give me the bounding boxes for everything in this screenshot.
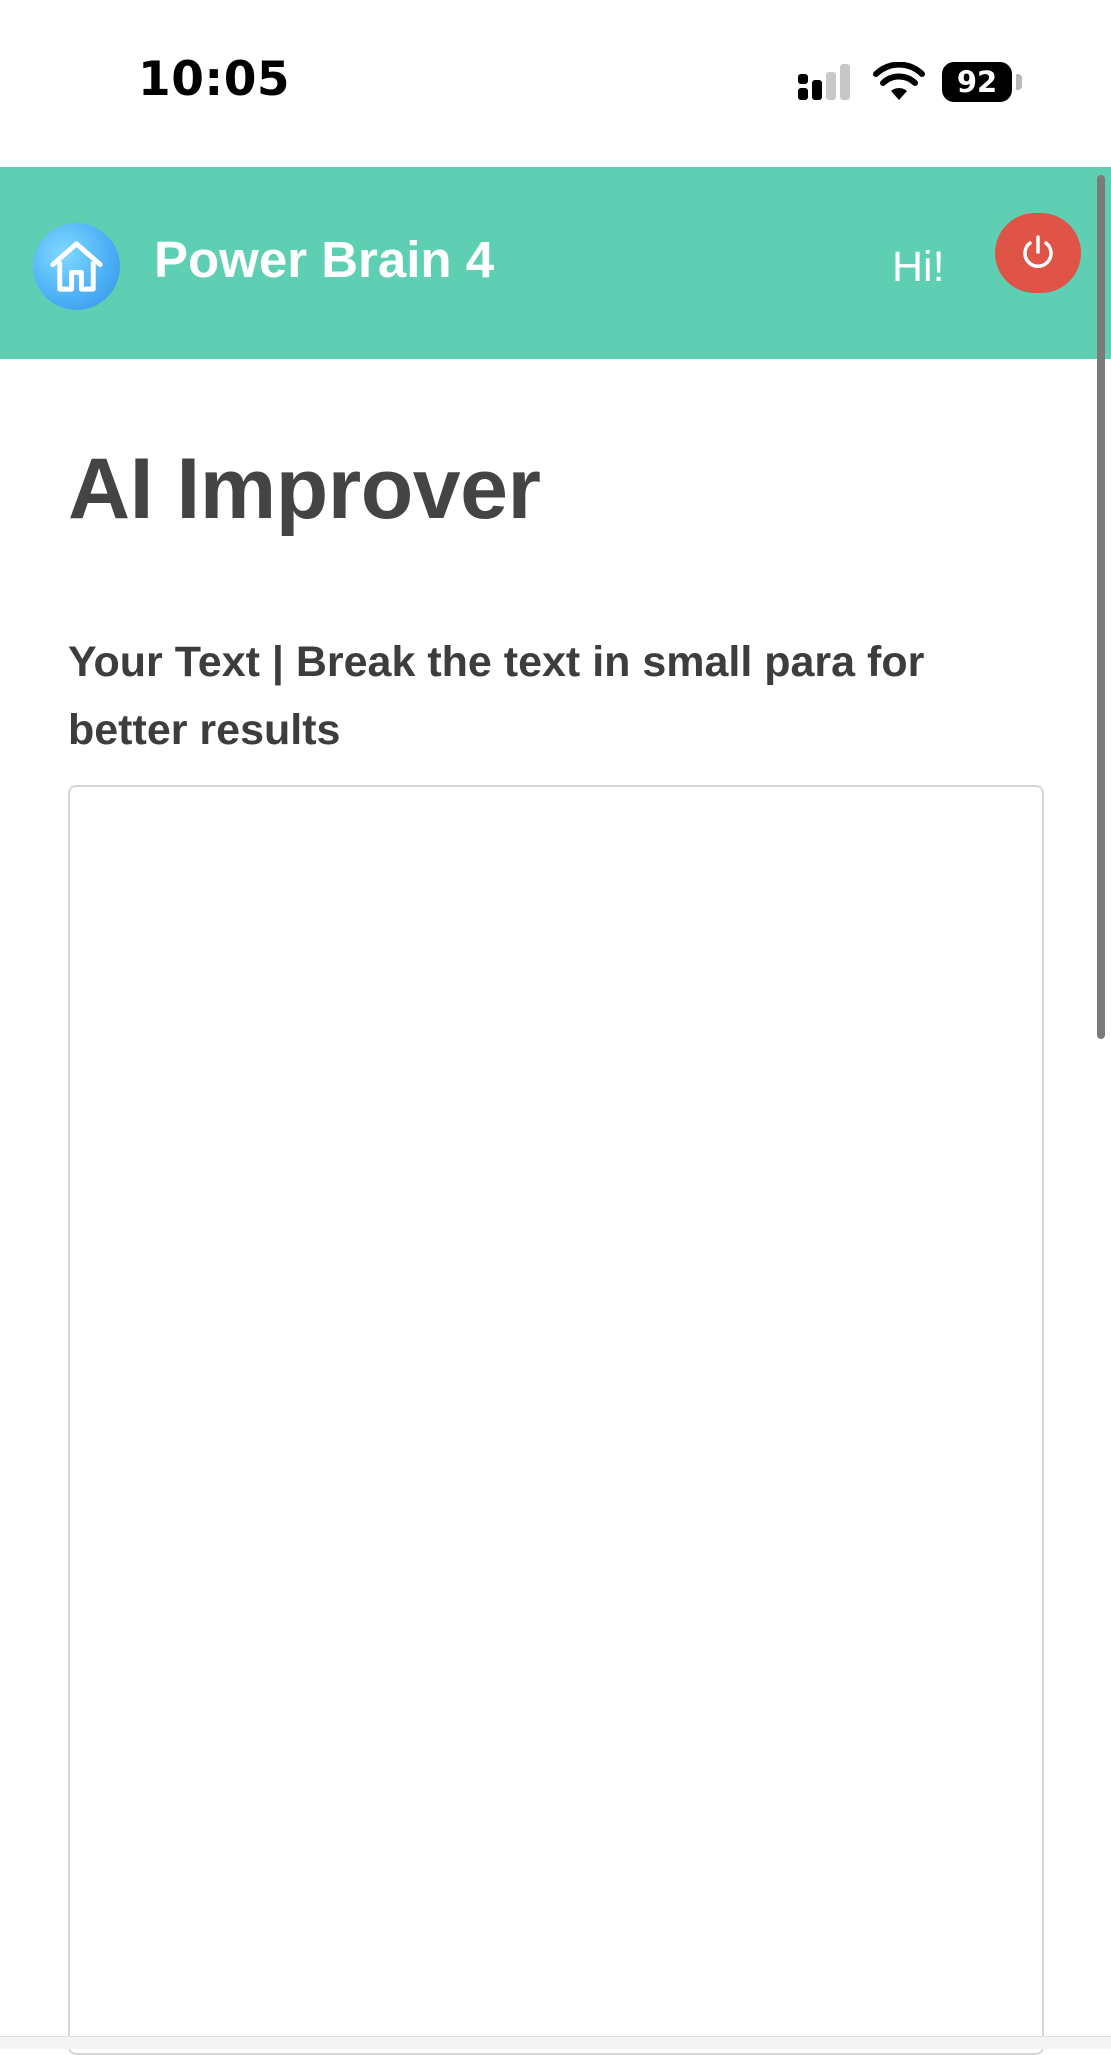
app-title: Power Brain 4 — [154, 231, 495, 288]
status-bar: 10:05 92 — [0, 0, 1111, 167]
text-input[interactable] — [68, 785, 1044, 2055]
logout-button[interactable] — [995, 213, 1081, 293]
text-input-label: Your Text | Break the text in small para… — [68, 638, 925, 754]
power-icon — [1023, 235, 1053, 268]
battery-tip — [1016, 74, 1022, 90]
scrollbar[interactable] — [1097, 175, 1105, 1039]
battery-icon: 92 — [942, 62, 1024, 104]
page-title: AI Improver — [68, 441, 541, 537]
bottom-edge — [0, 2036, 1111, 2049]
battery-level: 92 — [942, 62, 1012, 102]
status-time: 10:05 — [138, 52, 291, 107]
app-header: Power Brain 4 Hi! — [0, 167, 1111, 359]
signal-icon — [798, 64, 850, 100]
wifi-icon — [873, 62, 925, 100]
greeting-text: Hi! — [892, 243, 945, 291]
home-icon[interactable] — [33, 223, 120, 310]
